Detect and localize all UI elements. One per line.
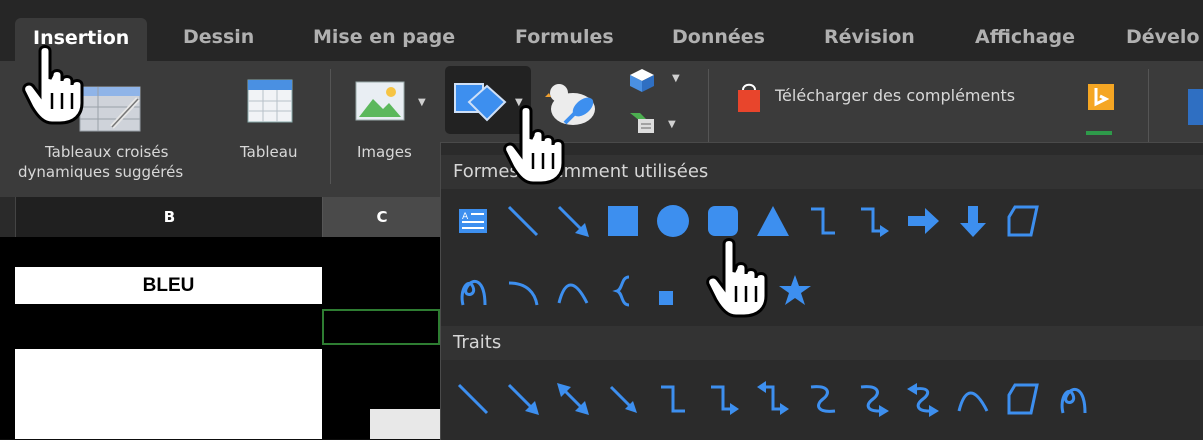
- curved-connector-icon[interactable]: [805, 381, 841, 417]
- ribbon-tab-bar: Insertion Dessin Mise en page Formules D…: [0, 0, 1203, 61]
- line-arrow-icon[interactable]: [505, 381, 541, 417]
- rounded-rectangle-shape-icon[interactable]: [705, 203, 741, 239]
- arrow-line-shape-icon[interactable]: [555, 203, 591, 239]
- tab-developpeur[interactable]: Dévelo: [1126, 18, 1200, 56]
- ribbon-separator: [330, 69, 331, 184]
- curved-double-arrow-connector-icon[interactable]: [905, 381, 941, 417]
- column-header-c[interactable]: C: [322, 197, 441, 237]
- white-cell-block[interactable]: [15, 349, 322, 439]
- shape-partially-hidden-icon[interactable]: [655, 273, 691, 309]
- star-shape-icon[interactable]: [777, 273, 813, 309]
- image-icon[interactable]: [355, 81, 405, 125]
- cell-bleu[interactable]: BLEU: [15, 267, 322, 304]
- scribble-shape-icon[interactable]: [455, 273, 491, 309]
- triangle-shape-icon[interactable]: [755, 203, 791, 239]
- curve-shape-icon[interactable]: [555, 273, 591, 309]
- oval-shape-icon[interactable]: [655, 203, 691, 239]
- line-arrow-small-icon[interactable]: [605, 381, 641, 417]
- text-box-shape-icon[interactable]: A: [455, 203, 491, 239]
- arc-shape-icon[interactable]: [505, 273, 541, 309]
- tab-revision[interactable]: Révision: [824, 18, 915, 56]
- spreadsheet-grid: B C BLEU: [0, 197, 441, 439]
- table-icon[interactable]: [247, 79, 293, 127]
- tab-affichage[interactable]: Affichage: [975, 18, 1075, 56]
- elbow-connector-shape-icon[interactable]: [805, 203, 841, 239]
- bing-icon[interactable]: [1088, 84, 1114, 114]
- line-icon[interactable]: [455, 381, 491, 417]
- pivot-label-line1[interactable]: Tableaux croisés: [45, 142, 168, 162]
- svg-text:A: A: [462, 212, 469, 222]
- hand-cursor-icon: [22, 45, 88, 129]
- down-arrow-shape-icon[interactable]: [955, 203, 991, 239]
- addin-color-bar: [1086, 131, 1112, 135]
- tab-mise-en-page[interactable]: Mise en page: [313, 18, 455, 56]
- tab-dessin[interactable]: Dessin: [183, 18, 254, 56]
- screenshot-icon[interactable]: [628, 109, 658, 139]
- line-shape-icon[interactable]: [505, 203, 541, 239]
- hand-cursor-icon: [503, 105, 569, 189]
- line-double-arrow-icon[interactable]: [555, 381, 591, 417]
- column-header-b[interactable]: B: [15, 197, 323, 237]
- white-cell-fragment[interactable]: [370, 409, 440, 439]
- store-bag-icon[interactable]: [736, 81, 762, 117]
- hand-cursor-icon: [706, 238, 772, 322]
- tab-formules[interactable]: Formules: [515, 18, 614, 56]
- elbow-arrow-connector-icon[interactable]: [705, 381, 741, 417]
- elbow-double-arrow-connector-icon[interactable]: [755, 381, 791, 417]
- 3d-model-icon[interactable]: [628, 67, 656, 97]
- chart-icon-partial[interactable]: [1188, 89, 1203, 125]
- freeform-shape-icon[interactable]: [1005, 203, 1041, 239]
- curved-arrow-connector-icon[interactable]: [855, 381, 891, 417]
- scribble-line-icon[interactable]: [1055, 381, 1091, 417]
- freeform-line-icon[interactable]: [1005, 381, 1041, 417]
- elbow-arrow-connector-shape-icon[interactable]: [855, 203, 891, 239]
- pivot-label-line2[interactable]: dynamiques suggérés: [18, 162, 183, 182]
- left-brace-shape-icon[interactable]: [605, 273, 641, 309]
- tab-donnees[interactable]: Données: [672, 18, 765, 56]
- images-label[interactable]: Images: [357, 142, 412, 162]
- lines-header: Traits: [441, 326, 1203, 360]
- table-label[interactable]: Tableau: [240, 142, 298, 162]
- 3d-dropdown-caret[interactable]: ▼: [672, 73, 680, 84]
- screenshot-dropdown-caret[interactable]: ▼: [668, 119, 676, 130]
- rectangle-shape-icon[interactable]: [605, 203, 641, 239]
- selected-cell[interactable]: [322, 309, 440, 345]
- elbow-connector-icon[interactable]: [655, 381, 691, 417]
- addins-label[interactable]: Télécharger des compléments: [775, 86, 1015, 106]
- row-header-corner: [0, 197, 15, 237]
- curve-line-icon[interactable]: [955, 381, 991, 417]
- image-dropdown-caret[interactable]: ▼: [418, 97, 426, 108]
- right-arrow-shape-icon[interactable]: [905, 203, 941, 239]
